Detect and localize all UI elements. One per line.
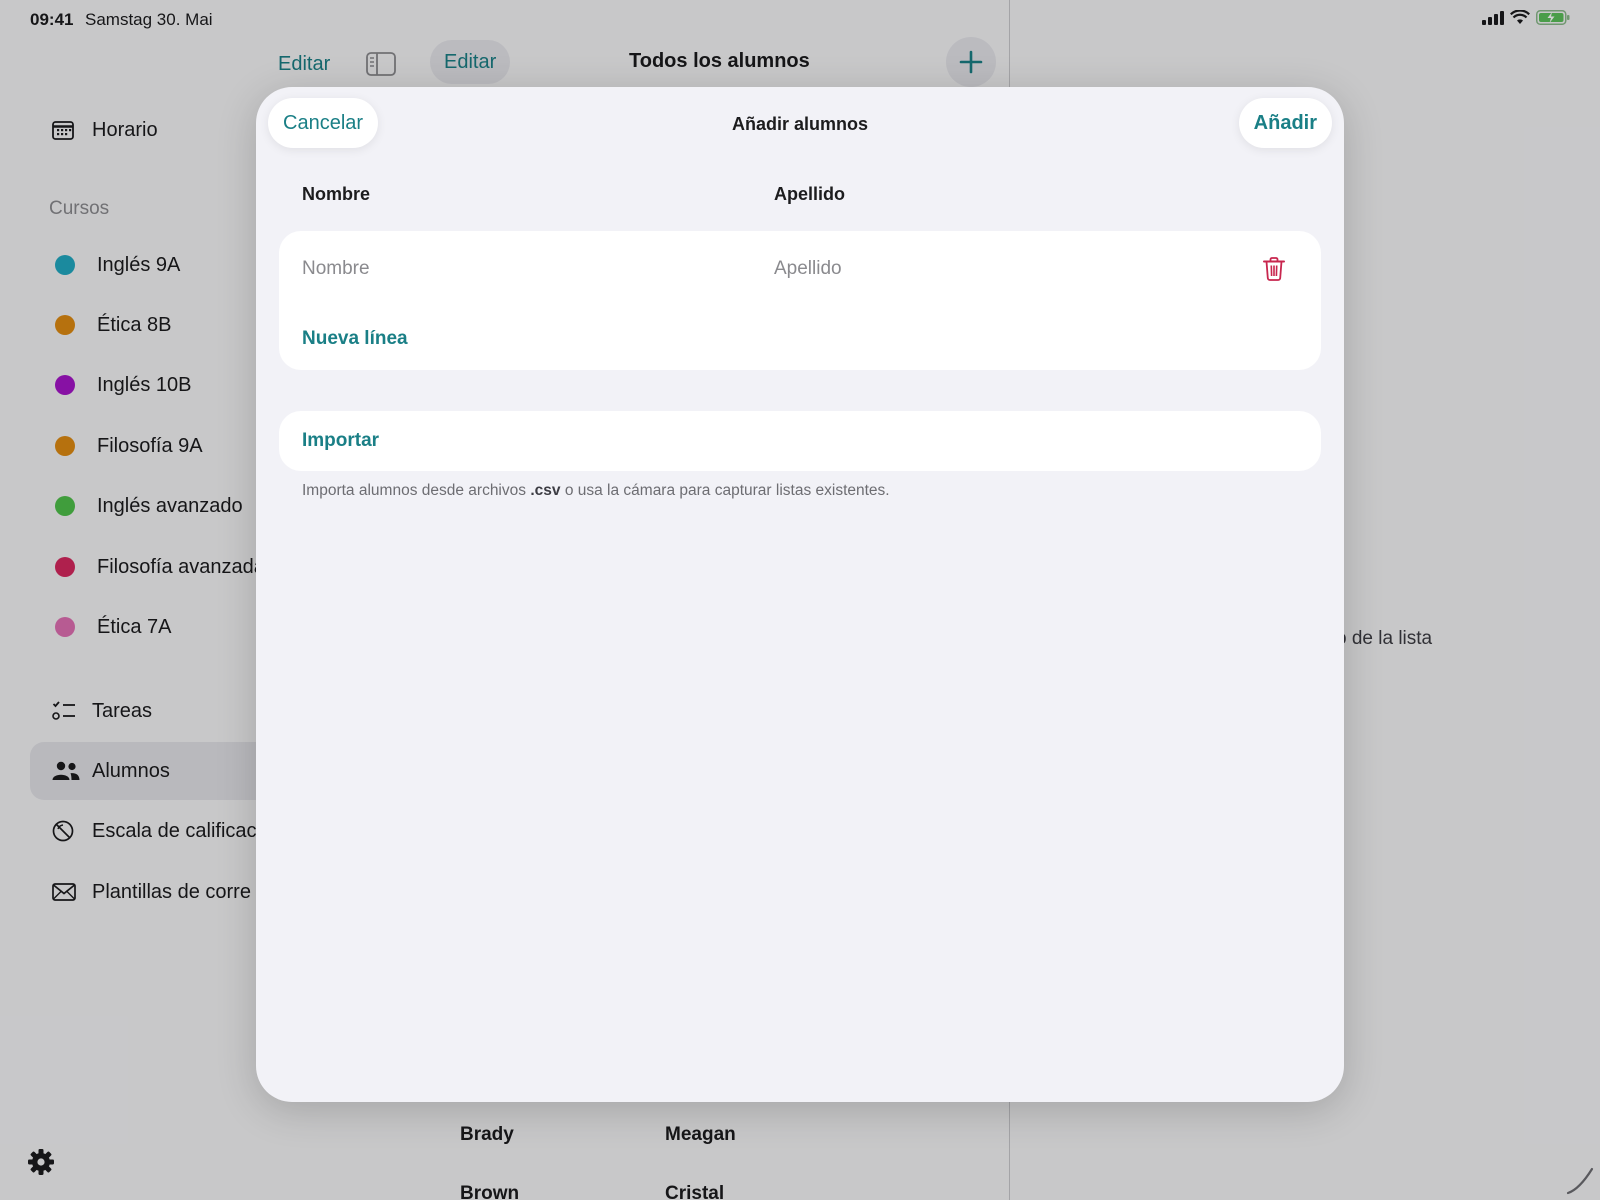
add-students-sheet: Cancelar Añadir alumnos Añadir Nombre Ap… (256, 87, 1344, 1102)
student-rows-card: Nueva línea (279, 231, 1321, 370)
last-name-input[interactable] (774, 253, 1194, 285)
add-students-button[interactable]: Añadir (1238, 98, 1332, 148)
import-button[interactable]: Importar (302, 430, 379, 452)
column-header-last-name: Apellido (774, 184, 845, 204)
footnote-csv-extension: .csv (530, 482, 561, 499)
new-line-button[interactable]: Nueva línea (302, 328, 408, 350)
trash-icon[interactable] (1263, 257, 1285, 286)
footnote-text-before: Importa alumnos desde archivos (302, 482, 527, 499)
footnote-text-after: o usa la cámara para capturar listas exi… (564, 482, 890, 499)
first-name-input[interactable] (302, 253, 722, 285)
column-header-first-name: Nombre (302, 184, 371, 204)
sheet-title: Añadir alumnos (731, 114, 869, 134)
import-footnote: Importa alumnos desde archivos .csv o us… (302, 482, 890, 500)
import-card: Importar (279, 411, 1321, 471)
